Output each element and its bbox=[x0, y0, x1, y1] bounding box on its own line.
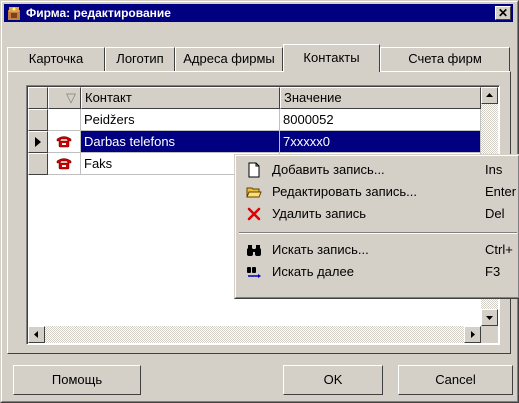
column-header-label: Контакт bbox=[85, 90, 132, 105]
open-folder-icon bbox=[246, 187, 262, 198]
binoculars-icon bbox=[247, 245, 261, 256]
horizontal-scrollbar[interactable] bbox=[28, 326, 481, 343]
menu-item-add[interactable]: Добавить запись... Ins bbox=[238, 159, 519, 181]
tab-scheta[interactable]: Счета фирм bbox=[380, 47, 510, 71]
title-bar[interactable]: Фирма: редактирование ✕ bbox=[4, 4, 513, 22]
menu-item-label: Удалить запись bbox=[272, 206, 367, 221]
menu-item-find-next[interactable]: Искать далее F3 bbox=[238, 261, 519, 283]
tab-logotip[interactable]: Логотип bbox=[105, 47, 175, 71]
menu-separator bbox=[239, 232, 517, 234]
cancel-button[interactable]: Cancel bbox=[398, 365, 513, 395]
tab-label: Карточка bbox=[28, 51, 84, 66]
menu-item-label: Искать запись... bbox=[272, 242, 369, 257]
column-header-contact[interactable]: Контакт bbox=[81, 87, 280, 109]
contact-cell[interactable]: Peidžers bbox=[81, 109, 280, 131]
row-indicator-header bbox=[28, 87, 48, 109]
column-header-label: Значение bbox=[284, 90, 342, 105]
menu-item-delete[interactable]: Удалить запись Del bbox=[238, 203, 519, 225]
row-icon-cell bbox=[48, 109, 81, 131]
phone-icon bbox=[56, 136, 72, 148]
tab-adresa[interactable]: Адреса фирмы bbox=[175, 47, 283, 71]
value-cell[interactable]: 8000052 bbox=[280, 109, 481, 131]
help-button[interactable]: Помощь bbox=[13, 365, 141, 395]
find-next-icon bbox=[247, 267, 261, 278]
menu-item-label: Редактировать запись... bbox=[272, 184, 418, 199]
scroll-down-button[interactable] bbox=[481, 309, 498, 326]
value-cell[interactable]: 7xxxxx0 bbox=[280, 131, 481, 153]
scroll-right-button[interactable] bbox=[464, 326, 481, 343]
tab-kontakty[interactable]: Контакты bbox=[283, 44, 380, 72]
close-icon: ✕ bbox=[497, 6, 509, 20]
button-label: Cancel bbox=[435, 372, 476, 387]
phone-icon bbox=[56, 158, 72, 170]
sort-indicator-header[interactable]: ▽ bbox=[48, 87, 81, 109]
new-document-icon bbox=[248, 162, 260, 178]
row-indicator bbox=[28, 153, 48, 175]
scroll-up-button[interactable] bbox=[481, 87, 498, 104]
button-label: Помощь bbox=[51, 372, 103, 387]
menu-item-shortcut: Ctrl+ bbox=[485, 242, 513, 257]
arrow-right-icon bbox=[471, 331, 475, 338]
tab-label: Контакты bbox=[303, 50, 360, 65]
menu-item-label: Искать далее bbox=[272, 264, 354, 279]
current-row-arrow-icon bbox=[35, 137, 41, 147]
tab-label: Логотип bbox=[116, 51, 164, 66]
sort-icon: ▽ bbox=[66, 90, 76, 105]
context-menu: Добавить запись... Ins Редактировать зап… bbox=[234, 154, 519, 299]
ok-button[interactable]: OK bbox=[283, 365, 383, 395]
tab-label: Счета фирм bbox=[408, 51, 482, 66]
menu-item-label: Добавить запись... bbox=[272, 162, 385, 177]
scroll-corner bbox=[481, 326, 498, 343]
window-title: Фирма: редактирование bbox=[26, 6, 171, 20]
tab-kartochka[interactable]: Карточка bbox=[7, 47, 105, 71]
column-header-value[interactable]: Значение bbox=[280, 87, 481, 109]
menu-item-edit[interactable]: Редактировать запись... Enter bbox=[238, 181, 519, 203]
scroll-left-button[interactable] bbox=[28, 326, 45, 343]
row-indicator bbox=[28, 131, 48, 153]
delete-x-icon bbox=[247, 207, 261, 221]
arrow-up-icon bbox=[486, 93, 493, 97]
app-icon bbox=[8, 7, 20, 20]
arrow-down-icon bbox=[486, 316, 493, 320]
menu-item-shortcut: Del bbox=[485, 206, 505, 221]
menu-item-search[interactable]: Искать запись... Ctrl+ bbox=[238, 239, 519, 261]
row-indicator bbox=[28, 109, 48, 131]
row-icon-cell bbox=[48, 131, 81, 153]
close-button[interactable]: ✕ bbox=[495, 6, 511, 20]
dialog-window: Фирма: редактирование ✕ Карточка Логотип… bbox=[0, 0, 519, 403]
contact-cell[interactable]: Darbas telefons bbox=[81, 131, 280, 153]
row-icon-cell bbox=[48, 153, 81, 175]
button-label: OK bbox=[323, 372, 343, 387]
arrow-left-icon bbox=[34, 331, 38, 338]
menu-item-shortcut: Ins bbox=[485, 162, 503, 177]
tab-label: Адреса фирмы bbox=[183, 51, 275, 66]
menu-item-shortcut: Enter bbox=[485, 184, 517, 199]
menu-item-shortcut: F3 bbox=[485, 264, 501, 279]
